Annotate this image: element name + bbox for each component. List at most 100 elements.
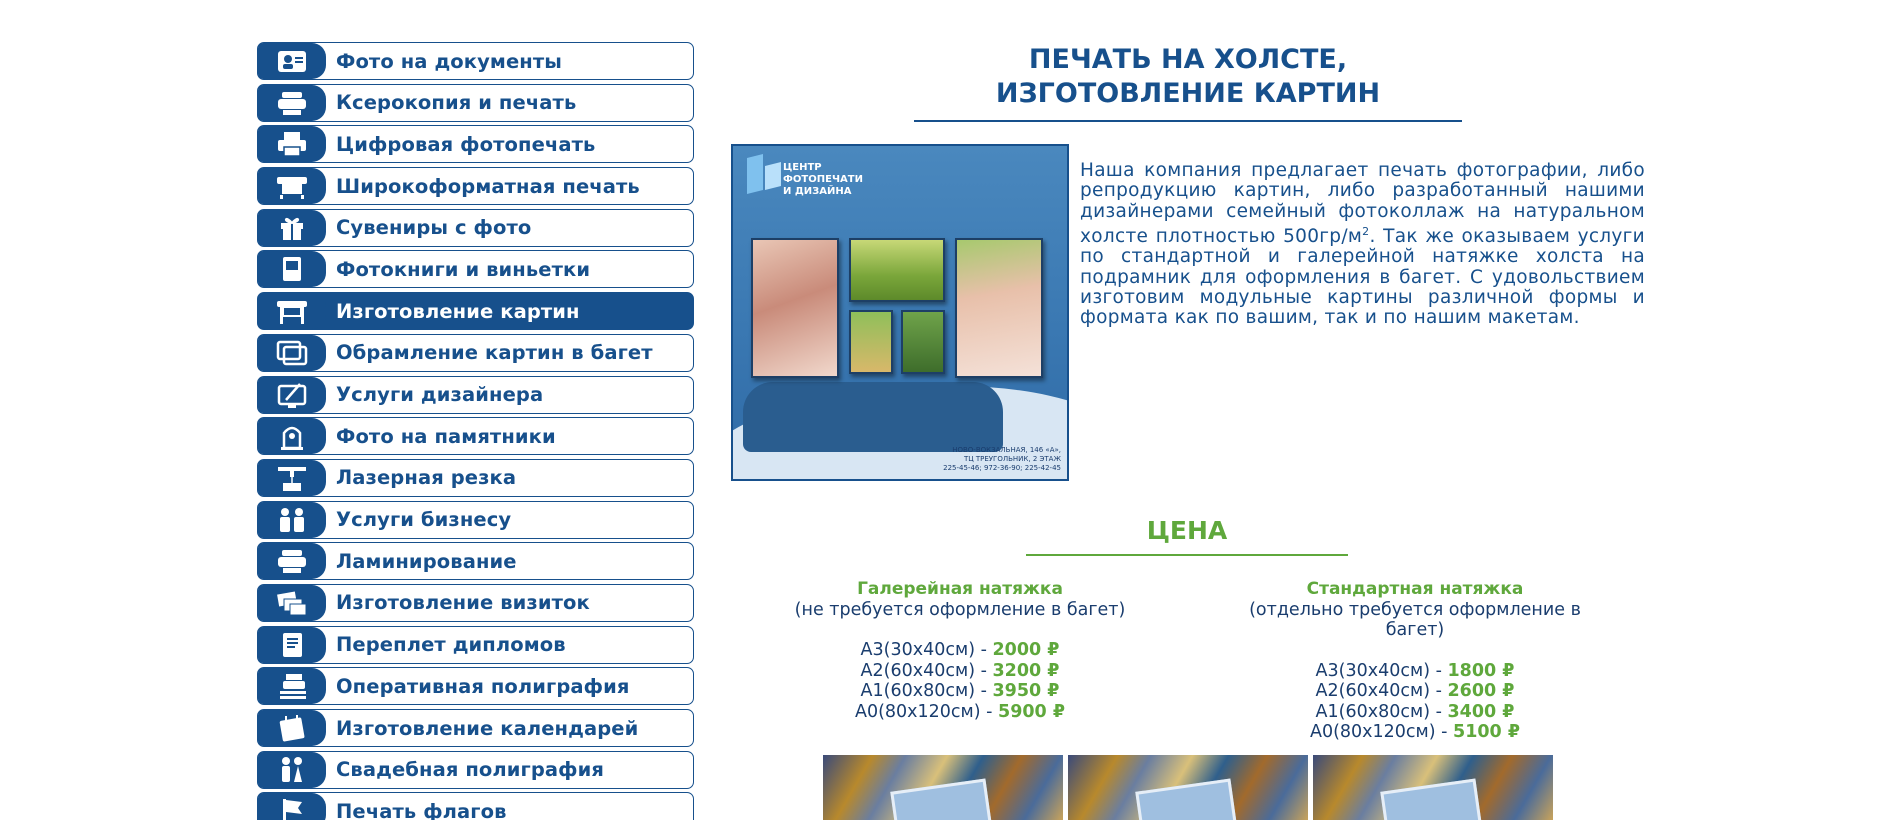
- page-title-line2: ИЗГОТОВЛЕНИЕ КАРТИН: [995, 78, 1381, 109]
- poster-photo-field: [849, 238, 945, 302]
- sidebar-item-label: Цифровая фотопечать: [336, 132, 596, 156]
- poster-address-line1: НОВО-ВОКЗАЛЬНАЯ, 146 «А»,: [952, 446, 1061, 454]
- sidebar-item-label: Свадебная полиграфия: [336, 758, 604, 782]
- flag-icon: [258, 793, 326, 820]
- sidebar-item-label: Фотокниги и виньетки: [336, 257, 591, 281]
- price-size: А1(60х80см) -: [1315, 701, 1448, 722]
- copier-icon: [258, 84, 326, 121]
- wedding-couple-icon: [258, 751, 326, 788]
- sidebar-item-label: Ксерокопия и печать: [336, 91, 577, 115]
- standard-note: (отдельно требуется оформление в багет): [1249, 599, 1581, 641]
- poster-address-line3: 225-45-46; 972-36-90; 225-42-45: [943, 464, 1061, 472]
- price-size: А0(80х120см) -: [1309, 722, 1454, 742]
- calendar-icon: [258, 710, 326, 746]
- price-size: А2(60х40см) -: [1315, 681, 1448, 701]
- sidebar-item-photobooks[interactable]: Фотокниги и виньетки: [257, 250, 694, 289]
- price-row: А2(60х40см) - 3200 ₽: [780, 661, 1140, 682]
- gift-icon: [258, 209, 326, 246]
- sidebar-item-diplomas[interactable]: Переплет дипломов: [257, 625, 694, 664]
- sidebar-item-id-photo[interactable]: Фото на документы: [257, 42, 694, 80]
- sidebar-item-business[interactable]: Услуги бизнесу: [257, 500, 694, 539]
- price-size: А2(60х40см) -: [860, 660, 993, 681]
- sidebar-item-business-cards[interactable]: Изготовление визиток: [257, 583, 694, 622]
- poster-photo-mother-child: [751, 238, 839, 378]
- sidebar-item-paintings[interactable]: Изготовление картин: [257, 292, 694, 331]
- printer-icon: [258, 126, 326, 163]
- sidebar-item-wide-format[interactable]: Широкоформатная печать: [257, 167, 694, 206]
- laser-cutter-icon: [258, 459, 326, 496]
- price-value: 3200 ₽: [992, 660, 1060, 681]
- standard-stretch-prices: Стандартная натяжка (отдельно требуется …: [1220, 579, 1610, 743]
- sidebar-item-label: Переплет дипломов: [336, 633, 566, 657]
- price-size: А3(30х40см) -: [1315, 660, 1448, 681]
- price-size: А3(30х40см) -: [860, 640, 993, 660]
- sidebar-item-souvenirs[interactable]: Сувениры с фото: [257, 208, 694, 247]
- sidebar-item-label: Лазерная резка: [336, 466, 517, 490]
- title-underline: [914, 120, 1462, 122]
- sidebar-item-label: Сувениры с фото: [336, 216, 532, 240]
- price-value: 2600 ₽: [1447, 681, 1515, 701]
- page-title: ПЕЧАТЬ НА ХОЛСТЕ, ИЗГОТОВЛЕНИЕ КАРТИН: [914, 43, 1462, 111]
- id-photo-icon: [258, 43, 326, 79]
- gallery-photo[interactable]: [1068, 755, 1308, 820]
- sidebar-item-label: Изготовление визиток: [336, 591, 590, 615]
- company-logo-icon: [747, 154, 781, 194]
- photobook-icon: [258, 251, 326, 288]
- poster-photo-tree: [901, 310, 945, 374]
- poster-sofa: [743, 382, 1003, 452]
- laminator-icon: [258, 543, 326, 580]
- sidebar-item-label: Фото на документы: [336, 49, 563, 73]
- print-stack-icon: [258, 668, 326, 705]
- sidebar-item-lamination[interactable]: Ламинирование: [257, 542, 694, 581]
- price-value: 2000 ₽: [992, 640, 1060, 660]
- poster-brand-line2: И ДИЗАЙНА: [783, 186, 852, 197]
- gallery-photo[interactable]: [1313, 755, 1553, 820]
- price-value: 5100 ₽: [1453, 722, 1521, 742]
- sidebar-item-label: Печать флагов: [336, 799, 507, 820]
- price-underline: [1026, 554, 1348, 556]
- sidebar-item-copy-print[interactable]: Ксерокопия и печать: [257, 83, 694, 122]
- price-size: А0(80х120см) -: [854, 701, 999, 722]
- sidebar-item-label: Услуги дизайнера: [336, 383, 544, 406]
- business-people-icon: [258, 501, 326, 538]
- design-tablet-icon: [258, 376, 326, 413]
- price-size: А1(60х80см) -: [860, 681, 993, 701]
- gallery-note: (не требуется оформление в багет): [794, 599, 1126, 620]
- sidebar-item-label: Широкоформатная печать: [336, 174, 640, 198]
- sidebar-item-label: Фото на памятники: [336, 424, 556, 448]
- poster-photo-basket: [849, 310, 893, 374]
- gallery-photo-strip: [823, 755, 1553, 820]
- sidebar-item-designer[interactable]: Услуги дизайнера: [257, 375, 694, 414]
- service-description: Наша компания предлагает печать фотограф…: [1080, 160, 1645, 329]
- poster-address: НОВО-ВОКЗАЛЬНАЯ, 146 «А», ТЦ ТРЕУГОЛЬНИК…: [943, 446, 1061, 473]
- sidebar-item-framing[interactable]: Обрамление картин в багет: [257, 333, 694, 372]
- price-heading: ЦЕНА: [1146, 516, 1228, 545]
- sidebar-item-digital-photo[interactable]: Цифровая фотопечать: [257, 125, 694, 164]
- price-value: 3950 ₽: [992, 681, 1060, 701]
- poster-brand-line1: ЦЕНТР ФОТОПЕЧАТИ: [783, 162, 863, 185]
- sidebar-item-laser[interactable]: Лазерная резка: [257, 458, 694, 497]
- poster-brand: ЦЕНТР ФОТОПЕЧАТИ И ДИЗАЙНА: [783, 162, 903, 198]
- price-row: А0(80х120см) - 5900 ₽: [780, 702, 1140, 723]
- page-title-line1: ПЕЧАТЬ НА ХОЛСТЕ,: [1028, 44, 1348, 75]
- sidebar-item-label: Услуги бизнесу: [336, 508, 512, 532]
- sidebar-item-wedding[interactable]: Свадебная полиграфия: [257, 750, 694, 789]
- sidebar-item-calendars[interactable]: Изготовление календарей: [257, 709, 694, 747]
- standard-heading: Стандартная натяжка: [1306, 579, 1524, 599]
- poster-address-line2: ТЦ ТРЕУГОЛЬНИК, 2 ЭТАЖ: [963, 455, 1061, 463]
- sidebar-item-label: Ламинирование: [336, 549, 517, 573]
- plotter-icon: [258, 293, 326, 330]
- sidebar-item-flags[interactable]: Печать флагов: [257, 792, 694, 820]
- price-value: 5900 ₽: [998, 701, 1066, 722]
- price-row: А3(30х40см) - 2000 ₽: [780, 640, 1140, 661]
- sidebar-item-label: Изготовление картин: [336, 299, 580, 323]
- monument-icon: [258, 418, 326, 455]
- wide-printer-icon: [258, 168, 326, 205]
- diploma-binding-icon: [258, 626, 326, 663]
- gallery-photo[interactable]: [823, 755, 1063, 820]
- price-row: А1(60х80см) - 3950 ₽: [780, 681, 1140, 702]
- sidebar-item-monuments[interactable]: Фото на памятники: [257, 417, 694, 456]
- price-row: А2(60х40см) - 2600 ₽: [1220, 681, 1610, 702]
- sidebar-item-polygraphy[interactable]: Оперативная полиграфия: [257, 667, 694, 706]
- sidebar-item-label: Оперативная полиграфия: [336, 674, 630, 698]
